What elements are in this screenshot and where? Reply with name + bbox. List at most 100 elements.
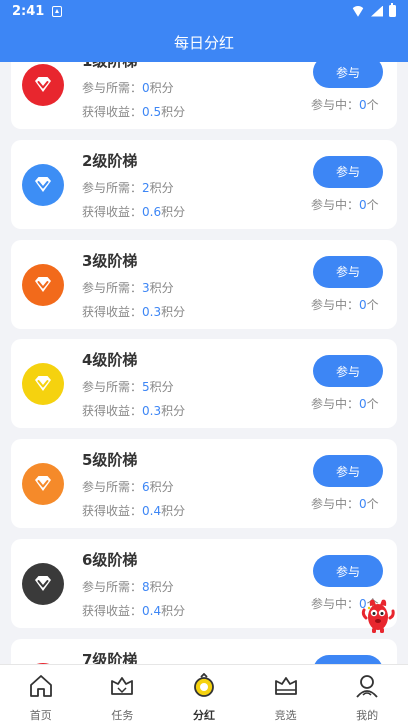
reward-value: 0.4	[142, 504, 162, 519]
diamond-icon	[22, 163, 64, 206]
joined-count: 参与中：0个	[311, 395, 379, 412]
cost-label: 参与所需：	[82, 580, 143, 594]
profile-icon	[354, 673, 380, 703]
tab-label: 分红	[192, 709, 215, 722]
joined-unit: 个	[366, 497, 379, 512]
cost-value: 8	[142, 580, 150, 594]
battery-icon	[389, 3, 396, 17]
ladder-card: 2级阶梯 参与所需：2积分 获得收益：0.6积分 参与 参与中：0个	[11, 139, 397, 229]
join-button[interactable]: 参与	[313, 62, 383, 88]
joined-unit: 个	[366, 297, 379, 312]
ladder-card: 4级阶梯 参与所需：5积分 获得收益：0.3积分 参与 参与中：0个	[11, 339, 397, 429]
cost-row: 参与所需：8积分	[82, 578, 174, 595]
cost-value: 6	[142, 480, 150, 495]
tab-label: 任务	[111, 709, 134, 722]
cost-row: 参与所需：2积分	[82, 179, 174, 196]
diamond-icon	[22, 463, 64, 506]
tab-dividend[interactable]: 分红	[163, 665, 245, 725]
ladder-name: 4级阶梯	[82, 351, 138, 370]
cost-row: 参与所需：6积分	[82, 478, 174, 495]
join-button[interactable]: 参与	[313, 455, 383, 488]
reward-label: 获得收益：	[82, 504, 143, 519]
cost-value: 3	[142, 280, 150, 295]
joined-count: 参与中：0个	[311, 196, 379, 213]
notification-icon	[52, 5, 63, 17]
joined-unit: 个	[366, 98, 379, 112]
ladder-name: 5级阶梯	[82, 451, 138, 470]
status-bar: 2:41	[0, 0, 408, 22]
tab-label: 竞选	[274, 709, 297, 722]
reward-unit: 积分	[161, 304, 186, 319]
joined-label: 参与中：	[311, 597, 360, 611]
joined-value: 0	[359, 397, 367, 412]
tab-label: 我的	[356, 709, 379, 722]
reward-value: 0.6	[142, 204, 162, 219]
reward-value: 0.5	[142, 105, 162, 119]
status-time: 2:41	[12, 3, 45, 19]
tab-profile[interactable]: 我的	[326, 665, 408, 725]
reward-unit: 积分	[161, 404, 186, 419]
tab-election[interactable]: 竞选	[245, 665, 327, 725]
tab-label: 首页	[29, 709, 52, 722]
title-bar: 每日分红	[0, 22, 408, 62]
joined-value: 0	[359, 297, 367, 312]
ladder-card: 6级阶梯参与所需：8积分获得收益：0.4积分参与参与中：0个	[11, 539, 397, 628]
reward-label: 获得收益：	[82, 204, 143, 219]
cost-label: 参与所需：	[82, 480, 143, 495]
mascot-icon[interactable]	[361, 594, 395, 634]
reward-row: 获得收益：0.3积分	[82, 402, 185, 419]
joined-label: 参与中：	[311, 197, 360, 212]
reward-label: 获得收益：	[82, 404, 143, 419]
joined-count: 参与中：0个	[311, 296, 379, 313]
ladder-name: 1级阶梯	[82, 62, 137, 71]
ladder-card: 5级阶梯 参与所需：6积分 获得收益：0.4积分 参与 参与中：0个	[11, 439, 397, 529]
reward-row: 获得收益：0.4积分	[82, 602, 185, 619]
cost-unit: 积分	[149, 380, 174, 395]
joined-label: 参与中：	[311, 397, 360, 412]
reward-unit: 积分	[161, 204, 186, 219]
joined-unit: 个	[366, 397, 379, 412]
election-icon	[273, 673, 299, 703]
cost-label: 参与所需：	[82, 280, 143, 295]
join-button[interactable]: 参与	[313, 355, 383, 388]
diamond-icon	[22, 363, 64, 406]
ladder-name: 6级阶梯	[82, 551, 138, 569]
ladder-name: 7级阶梯	[82, 650, 138, 664]
cost-label: 参与所需：	[82, 380, 143, 395]
cost-label: 参与所需：	[82, 81, 143, 95]
joined-label: 参与中：	[311, 297, 360, 312]
cost-value: 5	[142, 380, 150, 395]
cost-unit: 积分	[149, 81, 174, 95]
dividend-icon	[191, 672, 217, 703]
ladder-list-scroll[interactable]: 1级阶梯参与所需：0积分获得收益：0.5积分参与参与中：0个2级阶梯参与所需：2…	[0, 62, 408, 664]
reward-row: 获得收益：0.4积分	[82, 502, 185, 519]
reward-row: 获得收益：0.5积分	[82, 103, 185, 120]
tab-task[interactable]: 任务	[82, 665, 164, 725]
reward-row: 获得收益：0.6积分	[82, 203, 185, 220]
home-icon	[28, 673, 54, 703]
reward-value: 0.3	[142, 304, 162, 319]
join-button[interactable]: 参与	[313, 555, 383, 587]
bottom-tab-bar: 首页 任务 分红 竞选 我的	[0, 664, 408, 725]
join-button[interactable]: 参与	[313, 155, 383, 188]
diamond-icon	[22, 263, 64, 306]
joined-count: 参与中：0个	[311, 96, 379, 113]
cost-value: 2	[142, 180, 150, 195]
reward-unit: 积分	[161, 504, 186, 519]
join-button[interactable]: 参与	[313, 255, 383, 288]
reward-row: 获得收益：0.3积分	[82, 303, 185, 320]
reward-unit: 积分	[161, 105, 186, 119]
ladder-name: 3级阶梯	[82, 251, 138, 270]
ladder-card: 3级阶梯参与所需：3 积分 获得收益：0.3积分 参与参与中：0个	[11, 239, 397, 329]
cost-row: 参与所需：0积分	[82, 79, 174, 96]
join-button[interactable]: 参与	[313, 654, 383, 664]
joined-unit: 个	[366, 197, 379, 212]
tab-home[interactable]: 首页	[0, 665, 82, 725]
cost-unit: 积分	[149, 180, 174, 195]
diamond-icon	[22, 563, 64, 605]
reward-label: 获得收益：	[82, 604, 143, 618]
cost-value: 0	[142, 81, 150, 95]
cost-unit: 积分	[149, 480, 174, 495]
cellular-signal-icon	[371, 5, 383, 17]
reward-label: 获得收益：	[82, 105, 143, 119]
